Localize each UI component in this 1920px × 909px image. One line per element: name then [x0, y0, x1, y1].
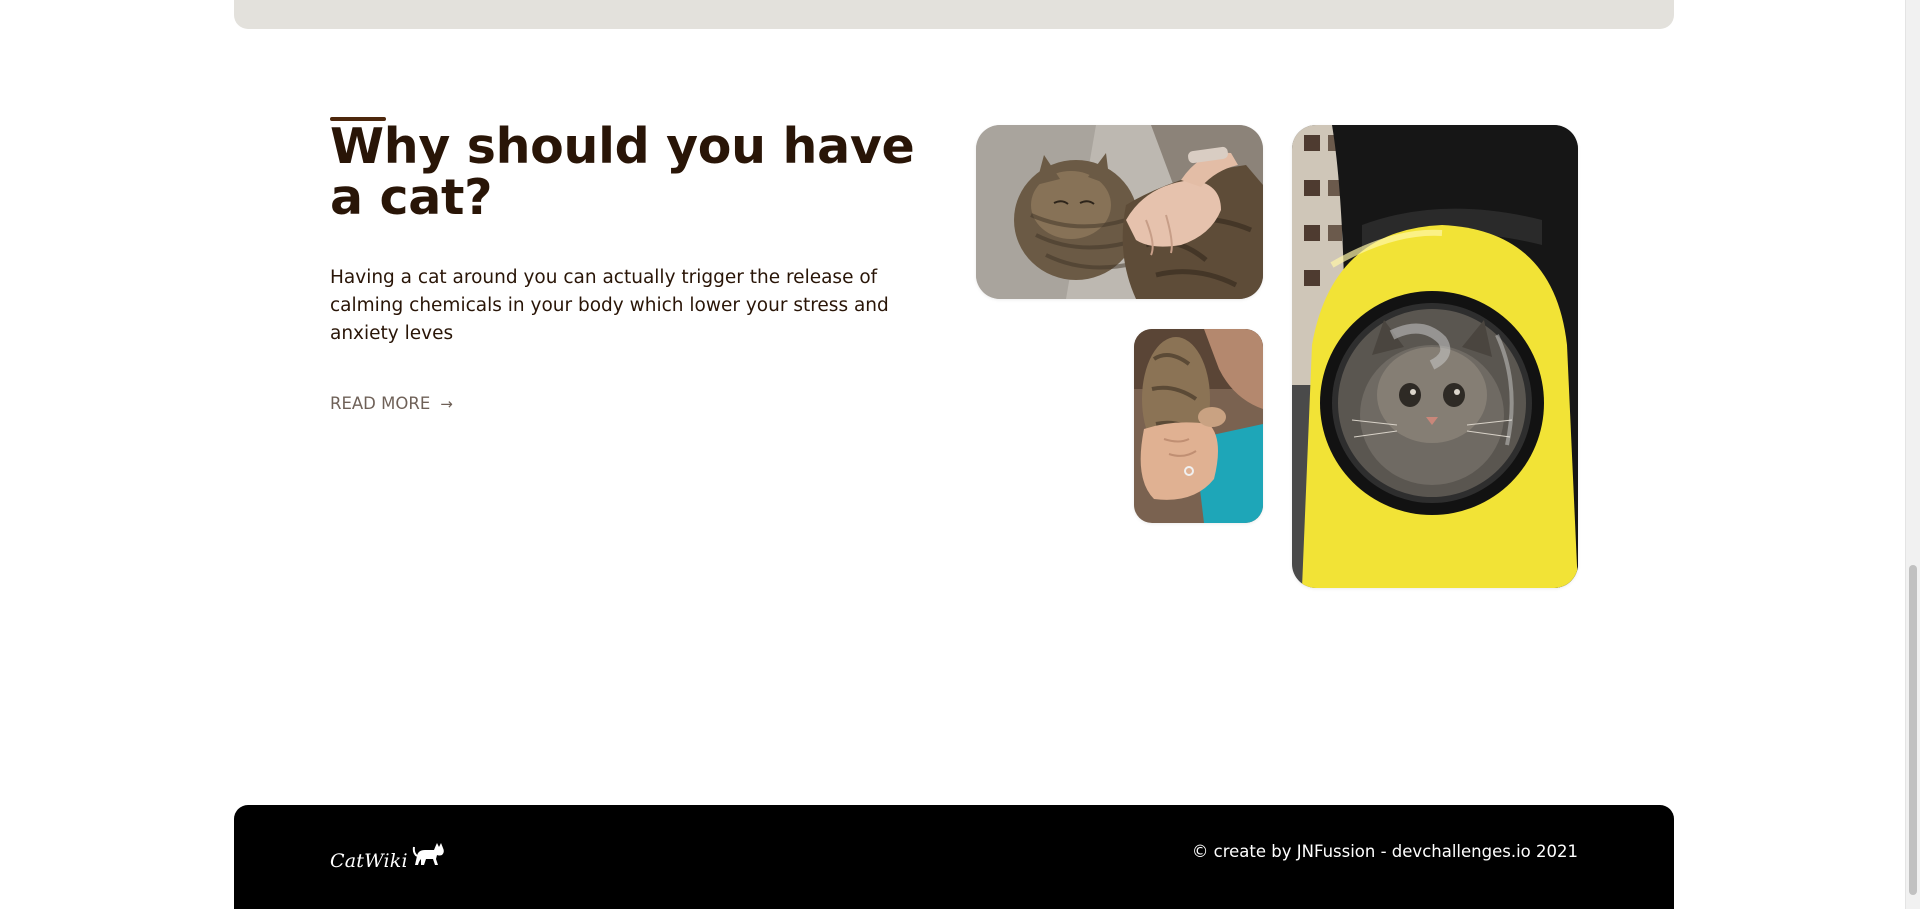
- copyright-text: © create by JNFussion - devchallenges.io…: [1191, 842, 1578, 861]
- read-more-label: READ MORE: [330, 394, 431, 413]
- cat-held-by-person-photo: [1134, 329, 1263, 523]
- scrollbar[interactable]: [1905, 0, 1920, 909]
- page: Why should you have a cat? Having a cat …: [0, 0, 1920, 909]
- why-cat-section: Why should you have a cat? Having a cat …: [330, 117, 1580, 597]
- top-card-bottom-edge: [234, 0, 1674, 29]
- read-more-link[interactable]: READ MORE →: [330, 394, 453, 413]
- scrollbar-thumb[interactable]: [1909, 565, 1917, 895]
- arrow-right-icon: →: [440, 394, 453, 413]
- section-description: Having a cat around you can actually tri…: [330, 267, 889, 344]
- logo-text: CatWiki: [330, 850, 408, 872]
- cat-icon: [412, 839, 446, 872]
- cat-in-yellow-backpack-photo: [1292, 125, 1578, 588]
- footer-logo[interactable]: CatWiki: [330, 839, 446, 872]
- footer: CatWiki © create by JNFussion - devchall…: [234, 805, 1674, 909]
- section-title: Why should you have a cat?: [330, 118, 915, 226]
- cat-sleeping-in-arms-photo: [976, 125, 1263, 299]
